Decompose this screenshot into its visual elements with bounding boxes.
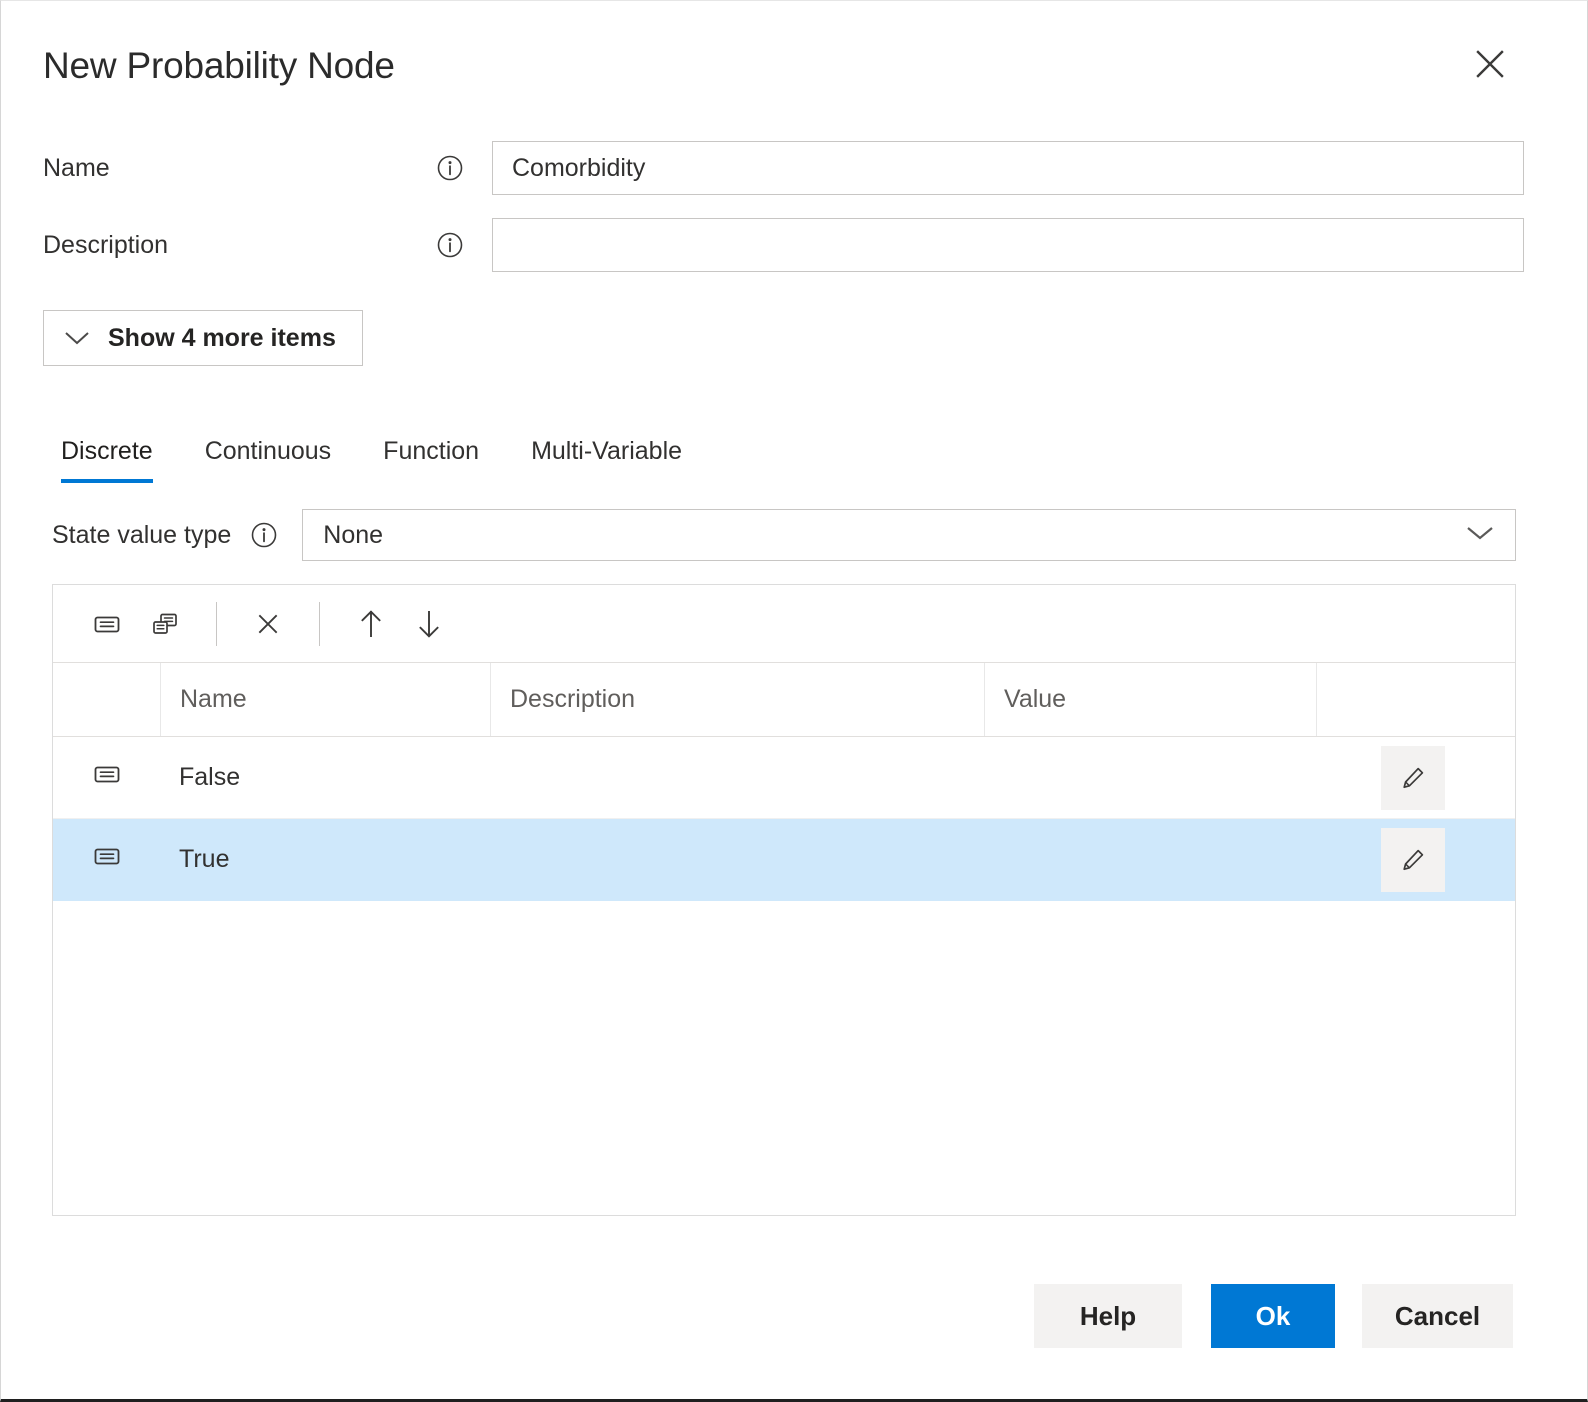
description-input[interactable] [492,218,1524,272]
new-probability-node-dialog: New Probability Node Name Description [0,0,1588,1402]
column-header-actions [1316,663,1515,736]
tab-multi-variable[interactable]: Multi-Variable [505,433,708,483]
tab-discrete[interactable]: Discrete [57,433,179,483]
show-more-items-label: Show 4 more items [108,323,336,352]
state-value-type-label: State value type [52,520,232,549]
chevron-down-icon [64,330,90,346]
chevron-down-icon [1465,524,1495,547]
states-table-panel: Name Description Value False True [52,584,1516,1216]
row-description [490,819,984,900]
description-label: Description [43,231,169,259]
table-row[interactable]: False [53,737,1515,819]
row-value [984,819,1316,900]
row-state-icon-cell [53,819,160,900]
show-more-items-button[interactable]: Show 4 more items [43,310,363,366]
edit-row-button[interactable] [1381,745,1445,810]
states-table-body: False True [53,737,1515,901]
row-name: False [179,763,241,791]
states-toolbar [53,585,1515,663]
pencil-icon [1398,845,1428,875]
name-label: Name [43,154,110,182]
probability-type-tabs: Discrete Continuous Function Multi-Varia… [57,433,708,483]
row-actions [1316,737,1515,818]
tab-function-label: Function [383,437,480,465]
state-icon [91,608,123,640]
tab-discrete-label: Discrete [61,437,153,465]
tab-multi-variable-label: Multi-Variable [531,437,683,465]
column-header-value[interactable]: Value [984,663,1316,736]
move-up-button[interactable] [342,600,400,648]
dialog-footer: Help Ok Cancel [1,1284,1588,1348]
name-field-row: Name [43,141,1524,195]
row-state-icon-cell [53,737,160,818]
close-x-icon [253,609,283,639]
row-actions [1316,819,1515,900]
state-icon [91,758,123,797]
tab-continuous[interactable]: Continuous [179,433,357,483]
states-table-header: Name Description Value [53,663,1515,737]
state-value-type-select[interactable]: None [302,509,1516,561]
row-value [984,737,1316,818]
row-description [490,737,984,818]
edit-row-button[interactable] [1381,827,1445,892]
duplicate-state-button[interactable] [136,600,194,648]
arrow-down-icon [414,607,444,641]
arrow-up-icon [356,607,386,641]
pencil-icon [1398,763,1428,793]
column-header-description[interactable]: Description [490,663,984,736]
state-icon [91,840,123,879]
toolbar-divider [319,601,320,646]
description-info-icon[interactable] [433,228,467,262]
toolbar-divider [216,601,217,646]
column-header-name[interactable]: Name [160,663,490,736]
ok-button[interactable]: Ok [1211,1284,1335,1348]
help-button[interactable]: Help [1034,1284,1182,1348]
tab-continuous-label: Continuous [204,437,332,465]
column-header-icon [53,663,160,736]
description-field-row: Description [43,218,1524,272]
move-down-button[interactable] [400,600,458,648]
state-value-type-selected-value: None [323,520,384,549]
table-row[interactable]: True [53,819,1515,901]
state-value-type-info-icon[interactable] [247,518,281,552]
name-info-icon[interactable] [433,151,467,185]
state-value-type-row: State value type None [52,509,1516,561]
cancel-button[interactable]: Cancel [1362,1284,1513,1348]
row-name: True [179,845,230,873]
dialog-header: New Probability Node [43,35,1513,97]
name-input[interactable] [492,141,1524,195]
tab-function[interactable]: Function [357,433,505,483]
add-state-button[interactable] [78,600,136,648]
copy-state-icon [149,608,181,640]
close-button[interactable] [1467,41,1513,87]
page-title: New Probability Node [43,45,395,86]
close-icon [1473,47,1507,81]
delete-state-button[interactable] [239,600,297,648]
